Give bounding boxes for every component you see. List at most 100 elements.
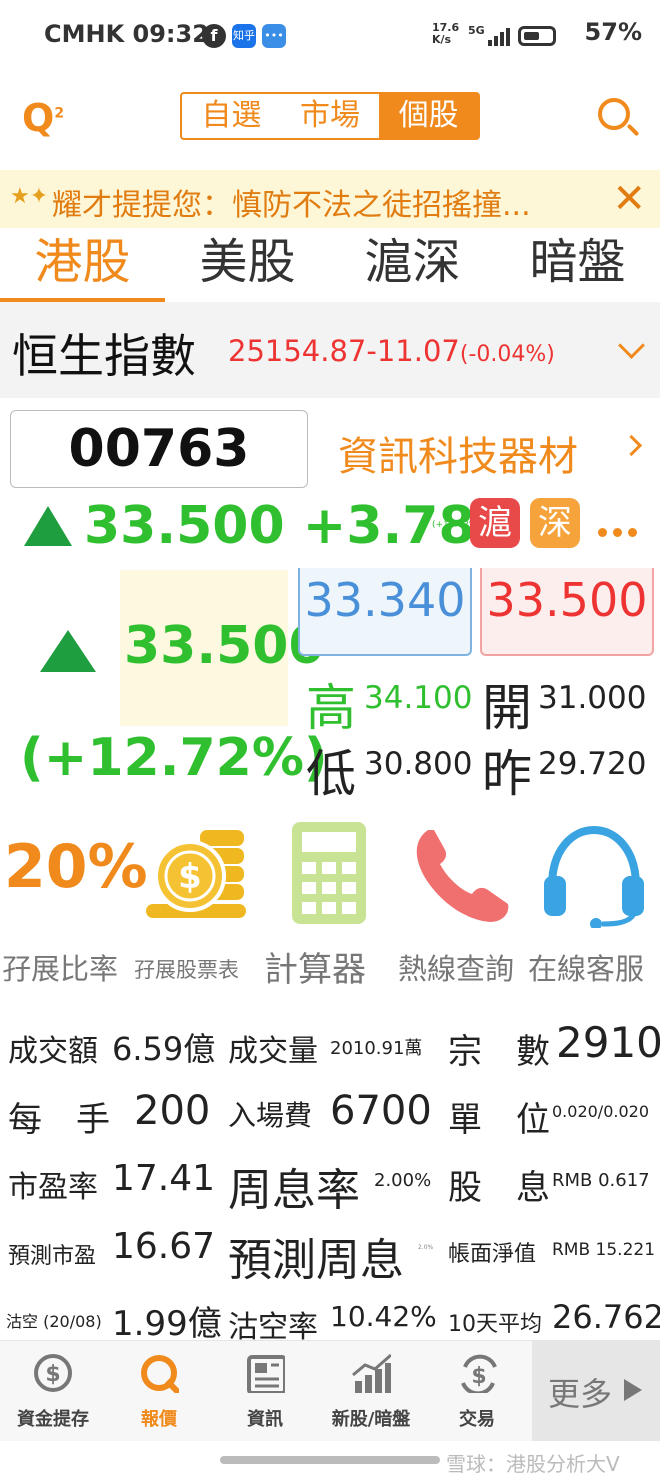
badge-shenzhen[interactable]: 深 <box>530 498 580 548</box>
growth-chart-icon <box>352 1353 391 1393</box>
volume-value: 2010.91萬 <box>330 1038 423 1059</box>
pe-label: 市盈率 <box>8 1170 98 1205</box>
play-arrow-icon <box>624 1379 642 1401</box>
index-value: 25154.87-11.07(-0.04%) <box>228 334 555 368</box>
entry-fee-value: 6700 <box>330 1088 432 1134</box>
avg10-label: 10天平均 <box>448 1312 542 1337</box>
pe-value: 17.41 <box>112 1158 216 1199</box>
forecast-pe-label: 預測市盈 <box>8 1244 97 1269</box>
view-segment: 自選 市場 個股 <box>180 92 480 140</box>
online-service-label[interactable]: 在線客服 <box>528 946 644 988</box>
big-price: 33.500 <box>124 616 325 676</box>
badge-shanghai[interactable]: 滬 <box>470 498 520 548</box>
forecast-pe-value: 16.67 <box>112 1226 216 1267</box>
more-button[interactable]: 更多 <box>532 1341 660 1441</box>
forecast-yield-value: 2.0% <box>418 1244 434 1251</box>
nav-trade[interactable]: $ 交易 <box>424 1341 530 1441</box>
spread-value: 0.020/0.020 <box>552 1102 649 1121</box>
dividend-label: 股 息 <box>448 1168 550 1208</box>
trades-label: 宗 數 <box>448 1032 550 1072</box>
bottom-nav: $ 資金提存 報價 資訊 新股/暗盤 $ 交易 更多 <box>0 1340 660 1441</box>
spread-label: 單 位 <box>448 1100 550 1140</box>
tab-sh-sz[interactable]: 滬深 <box>330 230 495 300</box>
net-speed: 17.6 K/s <box>432 21 460 46</box>
margin-ratio-percent[interactable]: 20% <box>4 832 148 902</box>
turnover-label: 成交額 <box>8 1034 98 1069</box>
nav-fund-transfer[interactable]: $ 資金提存 <box>0 1341 106 1441</box>
nav-quote[interactable]: 報價 <box>106 1341 212 1441</box>
short-value: 1.99億 <box>112 1304 222 1344</box>
newspaper-icon <box>247 1355 285 1393</box>
nav-label: 資金提存 <box>17 1409 89 1430</box>
more-options-icon[interactable] <box>598 522 643 541</box>
volume-label: 成交量 <box>228 1034 318 1069</box>
quote-q-icon <box>141 1355 179 1393</box>
chevron-right-icon[interactable] <box>620 434 643 457</box>
more-label: 更多 <box>548 1375 613 1413</box>
short-ratio-value: 10.42% <box>330 1300 437 1333</box>
chevron-down-icon[interactable] <box>618 332 645 359</box>
message-icon: ••• <box>262 24 286 48</box>
trade-icon: $ <box>461 1354 497 1393</box>
stock-code-input[interactable]: 00763 <box>10 410 308 488</box>
coin-stack-icon[interactable]: $ <box>140 818 254 930</box>
turnover-value: 6.59億 <box>112 1030 216 1068</box>
close-icon[interactable]: ✕ <box>612 176 646 222</box>
up-arrow-icon <box>24 506 72 546</box>
bid-price[interactable]: 33.340 <box>298 568 472 656</box>
watermark: 雪球：港股分析大V <box>446 1452 620 1476</box>
short-label: 沽空 (20/08) <box>6 1312 102 1331</box>
index-row[interactable]: 恒生指數 25154.87-11.07(-0.04%) <box>0 302 660 398</box>
battery-icon <box>518 26 556 46</box>
prev-close-value: 29.720 <box>538 746 647 782</box>
search-icon[interactable] <box>598 98 630 130</box>
zhihu-icon: 知乎 <box>232 24 256 48</box>
low-value: 30.800 <box>364 746 473 782</box>
signal-label: 5G <box>468 24 485 37</box>
nav-value: RMB 15.221 <box>552 1240 656 1260</box>
ask-price[interactable]: 33.500 <box>480 568 654 656</box>
entry-fee-label: 入場費 <box>228 1099 313 1132</box>
svg-text:$: $ <box>471 1364 486 1389</box>
tab-grey-market[interactable]: 暗盤 <box>495 230 660 300</box>
forecast-yield-label: 預測周息 <box>228 1235 404 1286</box>
nav-label: 帳面淨值 <box>448 1242 537 1267</box>
lot-label: 每 手 <box>8 1100 110 1140</box>
nav-label: 報價 <box>141 1409 177 1430</box>
segment-market[interactable]: 市場 <box>281 94 380 138</box>
avg10-value: 26.762 <box>552 1298 660 1336</box>
margin-ratio-label[interactable]: 孖展比率 <box>2 946 118 988</box>
hotline-label[interactable]: 熱線查詢 <box>398 946 514 988</box>
nav-news[interactable]: 資訊 <box>212 1341 318 1441</box>
svg-text:$: $ <box>178 857 202 897</box>
yield-label: 周息率 <box>228 1165 360 1216</box>
lot-value: 200 <box>134 1088 211 1134</box>
headset-icon[interactable] <box>538 820 648 928</box>
high-value: 34.100 <box>364 680 473 716</box>
dividend-value: RMB 0.617 <box>552 1170 650 1191</box>
tab-hk[interactable]: 港股 <box>0 230 165 302</box>
app-logo[interactable]: Q2 <box>22 96 64 140</box>
phone-icon[interactable] <box>410 824 514 924</box>
svg-text:$: $ <box>45 1362 60 1387</box>
nav-label: 資訊 <box>247 1409 283 1430</box>
segment-watchlist[interactable]: 自選 <box>182 94 281 138</box>
calculator-label[interactable]: 計算器 <box>264 942 366 991</box>
status-bar: CMHK 09:32 f 知乎 ••• 17.6 K/s 5G 57% <box>0 0 660 70</box>
carrier-time: CMHK 09:32 <box>44 20 209 48</box>
open-value: 31.000 <box>538 680 647 716</box>
nav-ipo[interactable]: 新股/暗盤 <box>318 1341 424 1441</box>
fund-transfer-icon: $ <box>34 1354 72 1392</box>
notice-banner[interactable]: ★✦ 耀才提提您：慎防不法之徒招搖撞... ✕ <box>0 170 660 228</box>
tab-us[interactable]: 美股 <box>165 230 330 300</box>
notice-text: 耀才提提您：慎防不法之徒招搖撞... <box>52 188 531 223</box>
big-change-pct: (+12.72%) <box>20 728 328 788</box>
index-name: 恒生指數 <box>12 329 196 383</box>
segment-stock[interactable]: 個股 <box>379 94 479 138</box>
margin-stock-list-label[interactable]: 孖展股票表 <box>134 954 239 984</box>
calculator-icon[interactable] <box>290 820 368 926</box>
nav-label: 新股/暗盤 <box>331 1409 411 1430</box>
home-indicator[interactable] <box>220 1456 440 1464</box>
market-tabs: 港股 美股 滬深 暗盤 <box>0 230 660 302</box>
sector-link[interactable]: 資訊科技器材 <box>338 424 578 482</box>
